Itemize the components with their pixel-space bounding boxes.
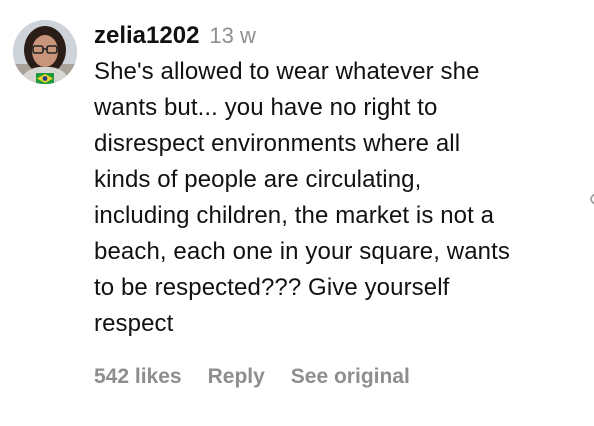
see-original-button[interactable]: See original <box>291 362 410 392</box>
heart-outline-icon[interactable] <box>588 190 594 208</box>
avatar[interactable] <box>13 20 77 84</box>
comment: zelia1202 13 w She's allowed to wear wha… <box>0 0 594 426</box>
reply-button[interactable]: Reply <box>208 362 265 392</box>
username[interactable]: zelia1202 <box>94 20 199 52</box>
likes-count-button[interactable]: 542 likes <box>94 362 182 392</box>
avatar-image <box>13 20 77 84</box>
comment-text: She's allowed to wear whatever she wants… <box>94 58 510 337</box>
comment-body: zelia1202 13 w She's allowed to wear wha… <box>94 20 576 342</box>
comment-actions: 542 likes Reply See original <box>94 362 410 392</box>
comment-header: zelia1202 13 w <box>94 20 576 52</box>
brazil-flag-icon <box>36 73 54 84</box>
timestamp[interactable]: 13 w <box>209 20 255 52</box>
